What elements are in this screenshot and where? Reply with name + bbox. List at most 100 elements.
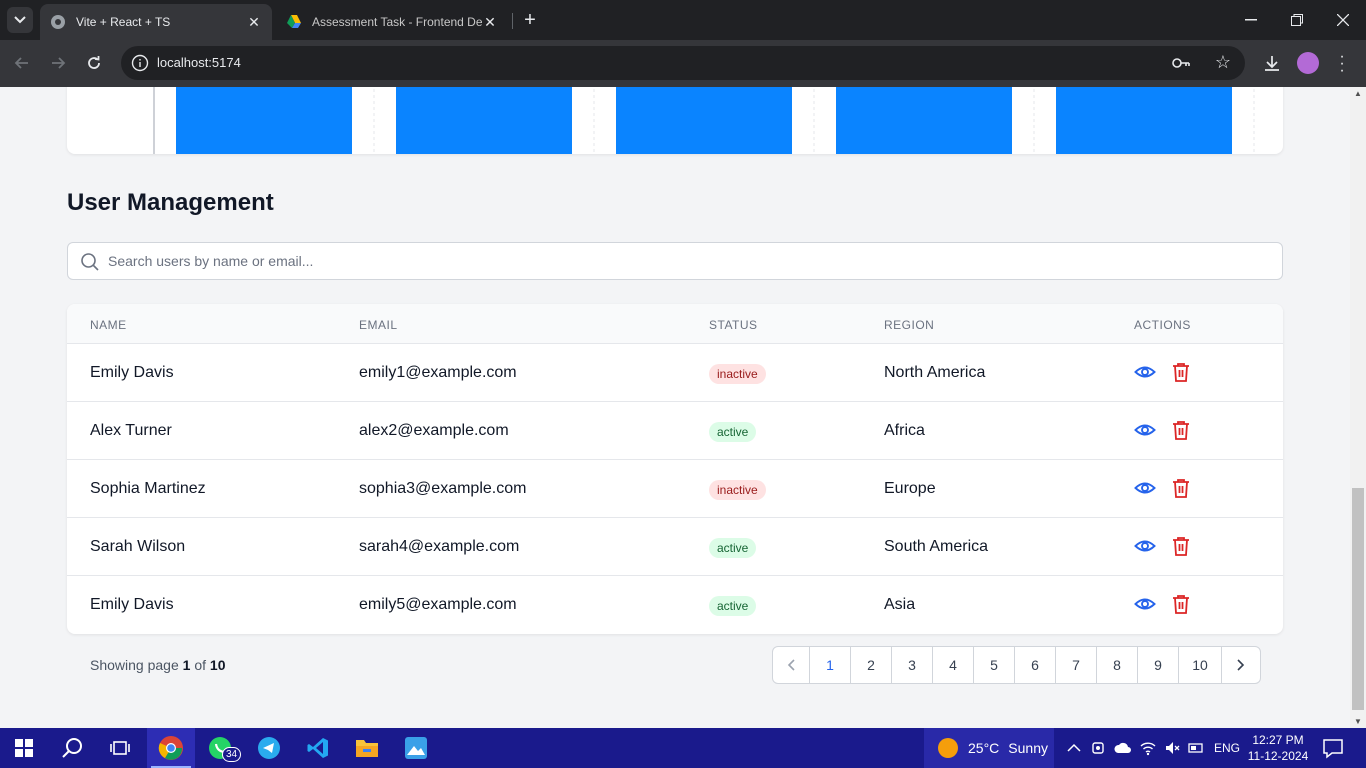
delete-trash-icon[interactable] [1170,361,1192,383]
taskbar-file-explorer[interactable] [343,728,391,768]
downloads-button[interactable] [1260,51,1284,75]
column-header-email[interactable]: EMAIL [359,318,398,332]
onedrive-cloud-icon[interactable] [1114,741,1132,755]
arrow-right-icon [52,57,66,69]
volume-muted-icon[interactable] [1164,740,1180,756]
address-bar[interactable]: localhost:5174 ☆ [121,46,1245,80]
previous-page-button[interactable] [773,647,809,683]
search-input[interactable] [108,243,1268,279]
scroll-down-arrow[interactable]: ▼ [1350,717,1366,726]
scrollbar-thumb[interactable] [1352,488,1364,710]
tab-title: Assessment Task - Frontend De [312,15,482,29]
start-button[interactable] [0,728,48,768]
chart-bar[interactable] [176,87,352,154]
taskbar-clock[interactable]: 12:27 PM 11-12-2024 [1246,732,1310,764]
wifi-icon[interactable] [1140,740,1156,756]
close-tab-icon[interactable]: ✕ [482,14,498,31]
clock-date: 11-12-2024 [1247,749,1309,763]
page-button-1[interactable]: 1 [809,647,850,683]
user-email: emily1@example.com [359,364,517,381]
scroll-up-arrow[interactable]: ▲ [1350,89,1366,98]
restore-button[interactable] [1274,0,1320,40]
close-icon [1337,14,1349,26]
google-drive-icon [287,15,301,28]
weather-widget[interactable]: 25°C Sunny [924,728,1054,768]
vscode-icon [307,738,328,758]
notifications-icon[interactable] [1322,737,1344,759]
next-page-button[interactable] [1221,647,1260,683]
close-window-button[interactable] [1320,0,1366,40]
delete-trash-icon[interactable] [1170,477,1192,499]
profile-avatar[interactable] [1297,52,1319,74]
taskbar-chrome[interactable] [147,728,195,768]
view-eye-icon[interactable] [1134,535,1156,557]
user-email: sarah4@example.com [359,538,520,555]
column-header-name[interactable]: NAME [90,318,127,332]
arrow-left-icon [14,57,28,69]
tab-vite-app[interactable]: Vite + React + TS ✕ [40,4,272,40]
page-button-6[interactable]: 6 [1014,647,1055,683]
table-row: Alex Turner alex2@example.com active Africa [67,402,1283,460]
taskbar-vscode[interactable] [294,728,342,768]
view-eye-icon[interactable] [1134,419,1156,441]
column-header-status[interactable]: STATUS [709,318,758,332]
password-key-icon[interactable] [1171,54,1191,72]
page-scrollbar[interactable]: ▲ ▼ [1350,87,1366,728]
chrome-icon [158,736,183,760]
taskbar-whatsapp[interactable]: 34 [196,728,244,768]
chart-bar[interactable] [836,87,1012,154]
user-email: sophia3@example.com [359,480,527,497]
page-button-10[interactable]: 10 [1178,647,1221,683]
view-eye-icon[interactable] [1134,593,1156,615]
sun-icon [938,738,958,758]
minimize-button[interactable] [1228,0,1274,40]
taskbar-photos[interactable] [392,728,440,768]
view-eye-icon[interactable] [1134,477,1156,499]
close-tab-icon[interactable]: ✕ [246,14,262,31]
view-eye-icon[interactable] [1134,361,1156,383]
user-region: Africa [884,422,925,439]
page-button-8[interactable]: 8 [1096,647,1137,683]
delete-trash-icon[interactable] [1170,535,1192,557]
new-tab-button[interactable]: + [519,9,541,31]
delete-trash-icon[interactable] [1170,419,1192,441]
chevron-up-icon[interactable] [1066,740,1082,756]
taskbar-telegram[interactable] [245,728,293,768]
input-language[interactable]: ENG [1214,741,1240,755]
forward-button[interactable] [46,51,70,75]
chart-bar[interactable] [616,87,792,154]
site-info-icon[interactable] [131,54,149,72]
region-chart-card: North AmericaEuropeAsiaSouth AmericaAfri… [67,87,1283,154]
meet-now-icon[interactable] [1090,740,1106,756]
taskbar-search-button[interactable] [48,728,96,768]
chart-bar[interactable] [396,87,572,154]
column-header-region[interactable]: REGION [884,318,934,332]
back-button[interactable] [10,51,34,75]
page-button-5[interactable]: 5 [973,647,1014,683]
tab-search-button[interactable] [7,7,33,33]
table-row: Sophia Martinez sophia3@example.com inacti… [67,460,1283,518]
reload-button[interactable] [82,51,106,75]
chevron-down-icon [14,16,26,24]
chart-bar[interactable] [1056,87,1232,154]
browser-menu-icon[interactable]: · · · [1336,49,1348,79]
page-button-2[interactable]: 2 [850,647,891,683]
chevron-right-icon [1237,659,1245,671]
battery-icon[interactable] [1188,740,1204,756]
page-button-7[interactable]: 7 [1055,647,1096,683]
bookmark-star-icon[interactable]: ☆ [1215,52,1231,73]
user-name: Sarah Wilson [90,538,186,555]
page-button-4[interactable]: 4 [932,647,973,683]
delete-trash-icon[interactable] [1170,593,1192,615]
pagination: 1 2 3 4 5 6 7 8 9 10 [772,646,1261,684]
search-bar[interactable] [67,242,1283,280]
search-icon [81,253,99,271]
tab-assessment-task[interactable]: Assessment Task - Frontend De ✕ [276,4,508,40]
page-button-9[interactable]: 9 [1137,647,1178,683]
system-tray: ENG [1066,728,1240,768]
page-button-3[interactable]: 3 [891,647,932,683]
download-icon [1265,56,1279,71]
user-email: emily5@example.com [359,596,517,613]
task-view-button[interactable] [96,728,144,768]
pagination-prefix: Showing page [90,657,179,673]
